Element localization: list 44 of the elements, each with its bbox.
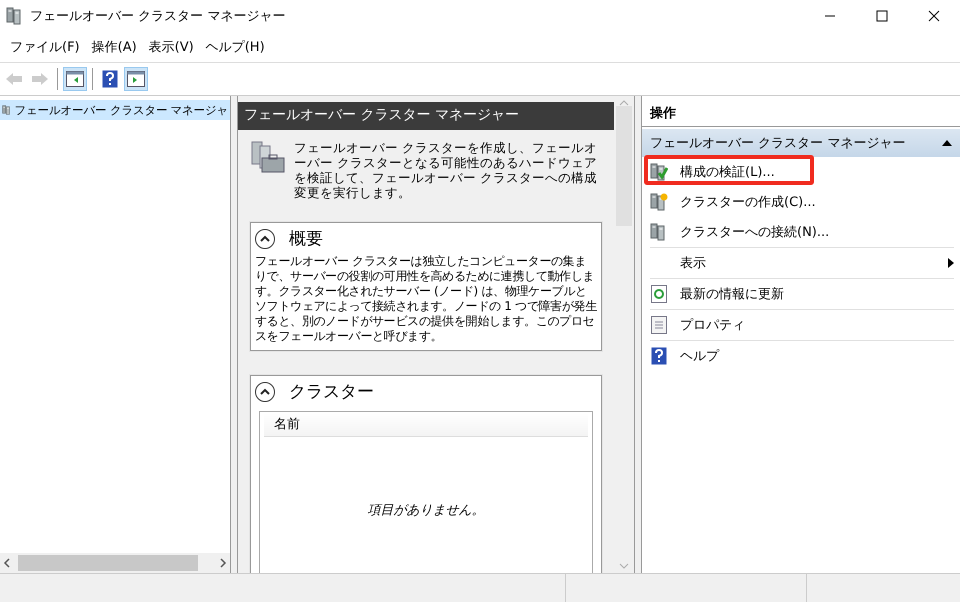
caret-icon [260, 388, 270, 396]
submenu-arrow-icon [948, 258, 954, 268]
summary-text: フェールオーバー クラスターは独立したコンピューターの集まりで、サーバーの役割の可用性を高めるために連携して動作します。クラスター化されたサーバー (ノード) は、物理ケーブルとソフトウェアによって接続されます。ノードの 1 つで障害が発生すると、別のノードがサービスの提供を開始します。このプロセスをフェールオーバーと呼びます。 [254, 254, 598, 345]
actions-title: 操作 [642, 100, 960, 127]
section-title: クラスター [289, 381, 374, 403]
scroll-down-icon[interactable] [619, 563, 629, 569]
action-item[interactable]: クラスターの作成(C)... [650, 187, 954, 217]
collapse-arrow-icon [942, 140, 952, 146]
toolbar-button[interactable] [124, 67, 148, 91]
empty-message: 項目がありません。 [366, 502, 486, 519]
action-item[interactable]: 構成の検証(L)... [650, 157, 954, 187]
action-item[interactable]: クラスターへの接続(N)... [650, 217, 954, 247]
action-item[interactable]: プロパティ [650, 309, 954, 340]
pane-icon [127, 71, 145, 87]
scroll-up-icon[interactable] [619, 100, 629, 106]
tree-item[interactable]: フェールオーバー クラスター マネージャ [0, 100, 230, 120]
close-icon [928, 10, 940, 22]
menu-item[interactable]: ヘルプ(H) [200, 38, 271, 56]
action-group-header[interactable]: フェールオーバー クラスター マネージャー [642, 129, 960, 157]
scrollbar-thumb[interactable] [616, 106, 632, 226]
action-item[interactable]: ヘルプ [650, 340, 954, 371]
maximize-icon [876, 10, 888, 22]
help-icon [102, 70, 118, 88]
toolbar-button[interactable] [63, 67, 87, 91]
server-star-icon [650, 193, 668, 211]
collapse-toggle[interactable] [255, 382, 275, 402]
pane-icon [66, 71, 84, 87]
back-icon [5, 72, 23, 86]
caret-icon [260, 234, 270, 242]
server-check-icon [650, 163, 668, 181]
section-title: 概要 [289, 228, 323, 250]
menu-item[interactable]: 表示(V) [142, 38, 200, 56]
menu-item[interactable]: 操作(A) [86, 38, 143, 56]
pane-title: フェールオーバー クラスター マネージャー [238, 102, 614, 130]
menu-item[interactable]: ファイル(F) [4, 38, 86, 56]
forward-icon [31, 72, 49, 86]
help-icon [651, 347, 667, 365]
action-item[interactable]: 最新の情報に更新 [650, 278, 954, 309]
action-item[interactable]: 表示 [650, 247, 954, 278]
refresh-icon [651, 285, 667, 303]
window-title: フェールオーバー クラスター マネージャー [30, 8, 286, 25]
properties-icon [651, 316, 667, 334]
collapse-toggle[interactable] [255, 228, 275, 248]
intro-text: フェールオーバー クラスターを作成し、フェールオーバー クラスターとなる可能性のあるハードウェアを検証して、フェールオーバー クラスターへの構成変更を実行します。 [294, 140, 598, 200]
